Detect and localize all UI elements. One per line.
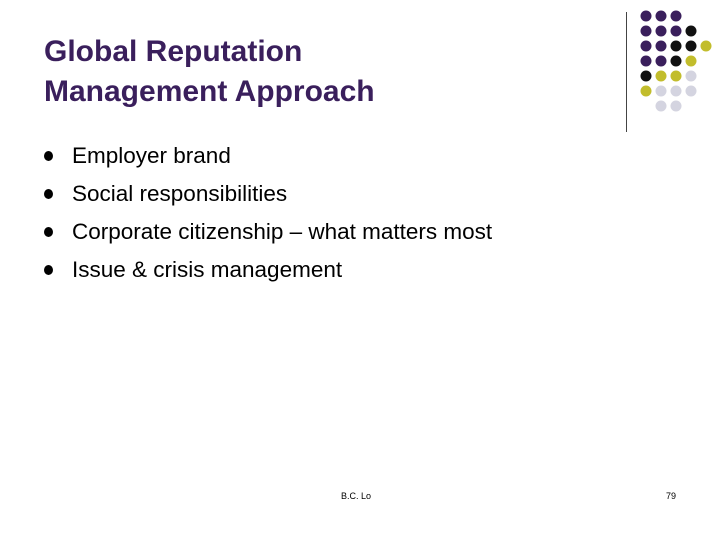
- bullet-text: Issue & crisis management: [72, 257, 343, 282]
- decorative-dot: [685, 55, 697, 67]
- decorative-dot: [640, 70, 652, 82]
- decorative-dot: [655, 70, 667, 82]
- decorative-dot: [700, 40, 712, 52]
- bullet-dot-icon: [44, 265, 53, 275]
- bullet-item: Employer brand: [44, 137, 604, 175]
- bullet-text: Employer brand: [72, 143, 231, 168]
- decorative-dot: [685, 70, 697, 82]
- decorative-dot: [640, 85, 652, 97]
- decorative-dot: [655, 10, 667, 22]
- bullet-dot-icon: [44, 151, 53, 161]
- decorative-dot: [655, 100, 667, 112]
- bullet-text: Social responsibilities: [72, 181, 288, 206]
- decorative-dot: [655, 55, 667, 67]
- decorative-dot: [670, 100, 682, 112]
- decorative-dot: [670, 85, 682, 97]
- decorative-dot-grid-icon: [640, 10, 712, 112]
- decorative-dot: [670, 70, 682, 82]
- decorative-dot: [670, 25, 682, 37]
- decorative-dot: [640, 10, 652, 22]
- decorative-dot: [655, 85, 667, 97]
- bullet-item: Issue & crisis management: [44, 251, 604, 289]
- decorative-dot: [685, 40, 697, 52]
- decorative-dot: [655, 25, 667, 37]
- bullet-text: Corporate citizenship – what matters mos…: [72, 219, 493, 244]
- bullet-item: Social responsibilities: [44, 175, 604, 213]
- decorative-dot: [685, 85, 697, 97]
- decorative-dot: [670, 40, 682, 52]
- footer-author: B.C. Lo: [341, 491, 372, 501]
- bullet-item: Corporate citizenship – what matters mos…: [44, 213, 604, 251]
- bullet-list: Employer brand Social responsibilities C…: [44, 137, 604, 289]
- decorative-dot: [640, 40, 652, 52]
- decorative-dot: [640, 25, 652, 37]
- decorative-dot: [670, 10, 682, 22]
- decorative-dot: [670, 55, 682, 67]
- bullet-dot-icon: [44, 189, 53, 199]
- decorative-dot: [640, 55, 652, 67]
- decorative-dot: [655, 40, 667, 52]
- page-number: 79: [666, 491, 677, 501]
- decorative-dot: [685, 25, 697, 37]
- slide: Global Reputation Management Approach Em…: [0, 0, 720, 540]
- bullet-dot-icon: [44, 227, 53, 237]
